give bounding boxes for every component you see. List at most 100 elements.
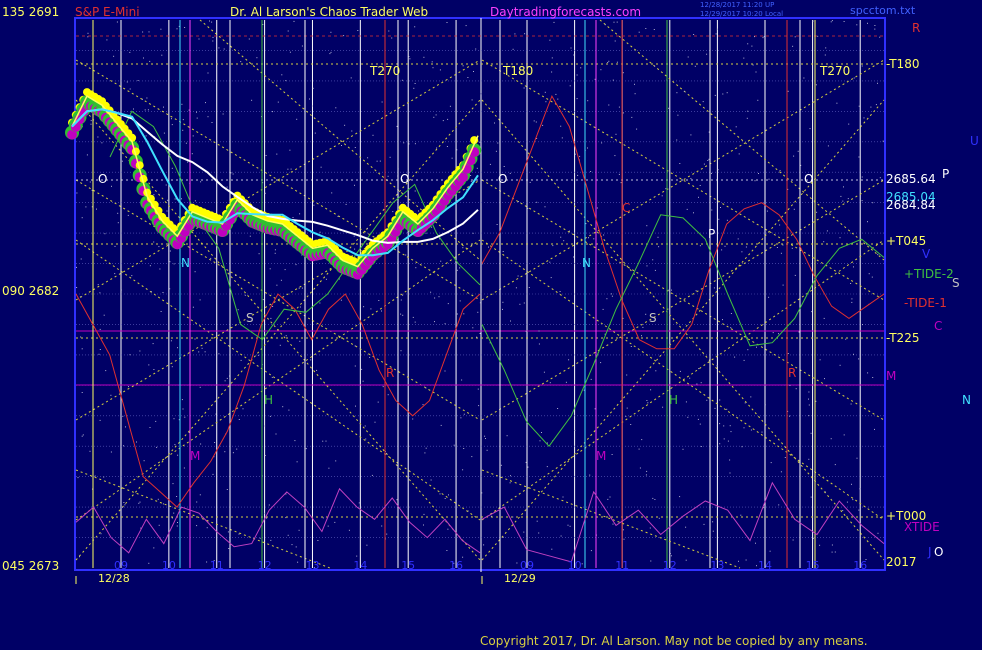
star-dot xyxy=(181,103,183,105)
star-dot xyxy=(76,287,78,288)
star-dot xyxy=(754,36,755,38)
star-dot xyxy=(388,30,390,32)
star-dot xyxy=(330,31,332,33)
star-dot xyxy=(218,47,220,49)
star-dot xyxy=(842,510,844,511)
star-dot xyxy=(430,291,432,293)
star-dot xyxy=(462,556,464,558)
star-dot xyxy=(194,338,196,340)
star-dot xyxy=(409,58,411,60)
star-dot xyxy=(369,356,371,358)
star-dot xyxy=(79,556,80,558)
star-dot xyxy=(276,153,278,155)
star-dot xyxy=(414,190,416,192)
star-dot xyxy=(509,172,511,174)
star-dot xyxy=(176,525,178,527)
star-dot xyxy=(325,278,327,280)
star-dot xyxy=(600,362,602,364)
star-dot xyxy=(847,198,849,200)
star-dot xyxy=(99,349,101,350)
star-dot xyxy=(166,210,168,212)
star-dot xyxy=(874,25,876,26)
star-dot xyxy=(612,523,614,525)
star-dot xyxy=(149,265,151,267)
star-dot xyxy=(218,353,220,355)
hour-tick-label: 11 xyxy=(210,559,224,572)
star-dot xyxy=(379,160,381,162)
star-dot xyxy=(355,405,356,407)
star-dot xyxy=(603,234,605,236)
star-dot xyxy=(738,560,739,562)
star-dot xyxy=(227,531,229,533)
star-dot xyxy=(470,175,472,176)
star-dot xyxy=(121,160,123,162)
star-dot xyxy=(831,20,833,22)
star-dot xyxy=(456,220,458,222)
star-dot xyxy=(99,328,101,330)
planet-label: S xyxy=(952,276,960,290)
star-dot xyxy=(787,90,789,92)
planet-label: +TIDE-2 xyxy=(904,267,954,281)
star-dot xyxy=(266,517,268,519)
star-dot xyxy=(207,116,209,118)
star-dot xyxy=(277,101,279,103)
star-dot xyxy=(489,163,491,165)
star-dot xyxy=(755,542,756,544)
star-dot xyxy=(761,431,763,433)
star-dot xyxy=(279,344,281,346)
star-dot xyxy=(296,118,298,120)
star-dot xyxy=(387,175,389,177)
star-dot xyxy=(536,201,538,203)
star-dot xyxy=(449,105,451,107)
star-dot xyxy=(335,107,337,109)
star-dot xyxy=(646,265,648,267)
star-dot xyxy=(160,28,162,30)
star-dot xyxy=(589,474,591,476)
star-dot xyxy=(459,267,461,269)
star-dot xyxy=(476,336,478,338)
star-dot xyxy=(850,403,852,405)
vertical-line-label: T270 xyxy=(369,64,400,78)
star-dot xyxy=(690,178,692,180)
star-dot xyxy=(484,435,486,437)
star-dot xyxy=(272,111,273,113)
star-dot xyxy=(722,319,723,321)
star-dot xyxy=(858,358,860,360)
star-dot xyxy=(90,123,92,125)
star-dot xyxy=(328,467,330,469)
star-dot xyxy=(697,418,699,420)
star-dot xyxy=(472,232,474,234)
star-dot xyxy=(523,302,525,304)
star-dot xyxy=(238,533,240,535)
star-dot xyxy=(214,442,216,443)
star-dot xyxy=(545,101,547,103)
star-dot xyxy=(745,559,747,561)
star-dot xyxy=(462,247,464,249)
star-dot xyxy=(285,335,287,337)
planet-label: XTIDE xyxy=(904,520,940,534)
site-link[interactable]: Daytradingforecasts.com xyxy=(490,5,641,19)
star-dot xyxy=(870,106,872,108)
star-dot xyxy=(563,240,565,242)
star-dot xyxy=(590,550,592,552)
star-dot xyxy=(596,207,598,209)
star-dot xyxy=(343,35,345,37)
star-dot xyxy=(125,426,126,428)
star-dot xyxy=(172,483,174,485)
star-dot xyxy=(700,446,702,447)
star-dot xyxy=(623,538,625,540)
star-dot xyxy=(502,251,504,252)
star-dot xyxy=(780,471,782,473)
hour-tick-label: 13 xyxy=(710,559,724,572)
star-dot xyxy=(413,87,415,89)
star-dot xyxy=(557,98,559,100)
right-level-label: 2017 xyxy=(886,555,917,569)
star-dot xyxy=(654,499,656,500)
star-dot xyxy=(171,366,173,368)
hour-tick-label: 12 xyxy=(663,559,677,572)
star-dot xyxy=(232,452,234,454)
star-dot xyxy=(809,128,811,130)
star-dot xyxy=(729,472,731,474)
star-dot xyxy=(622,529,624,531)
star-dot xyxy=(268,504,270,506)
